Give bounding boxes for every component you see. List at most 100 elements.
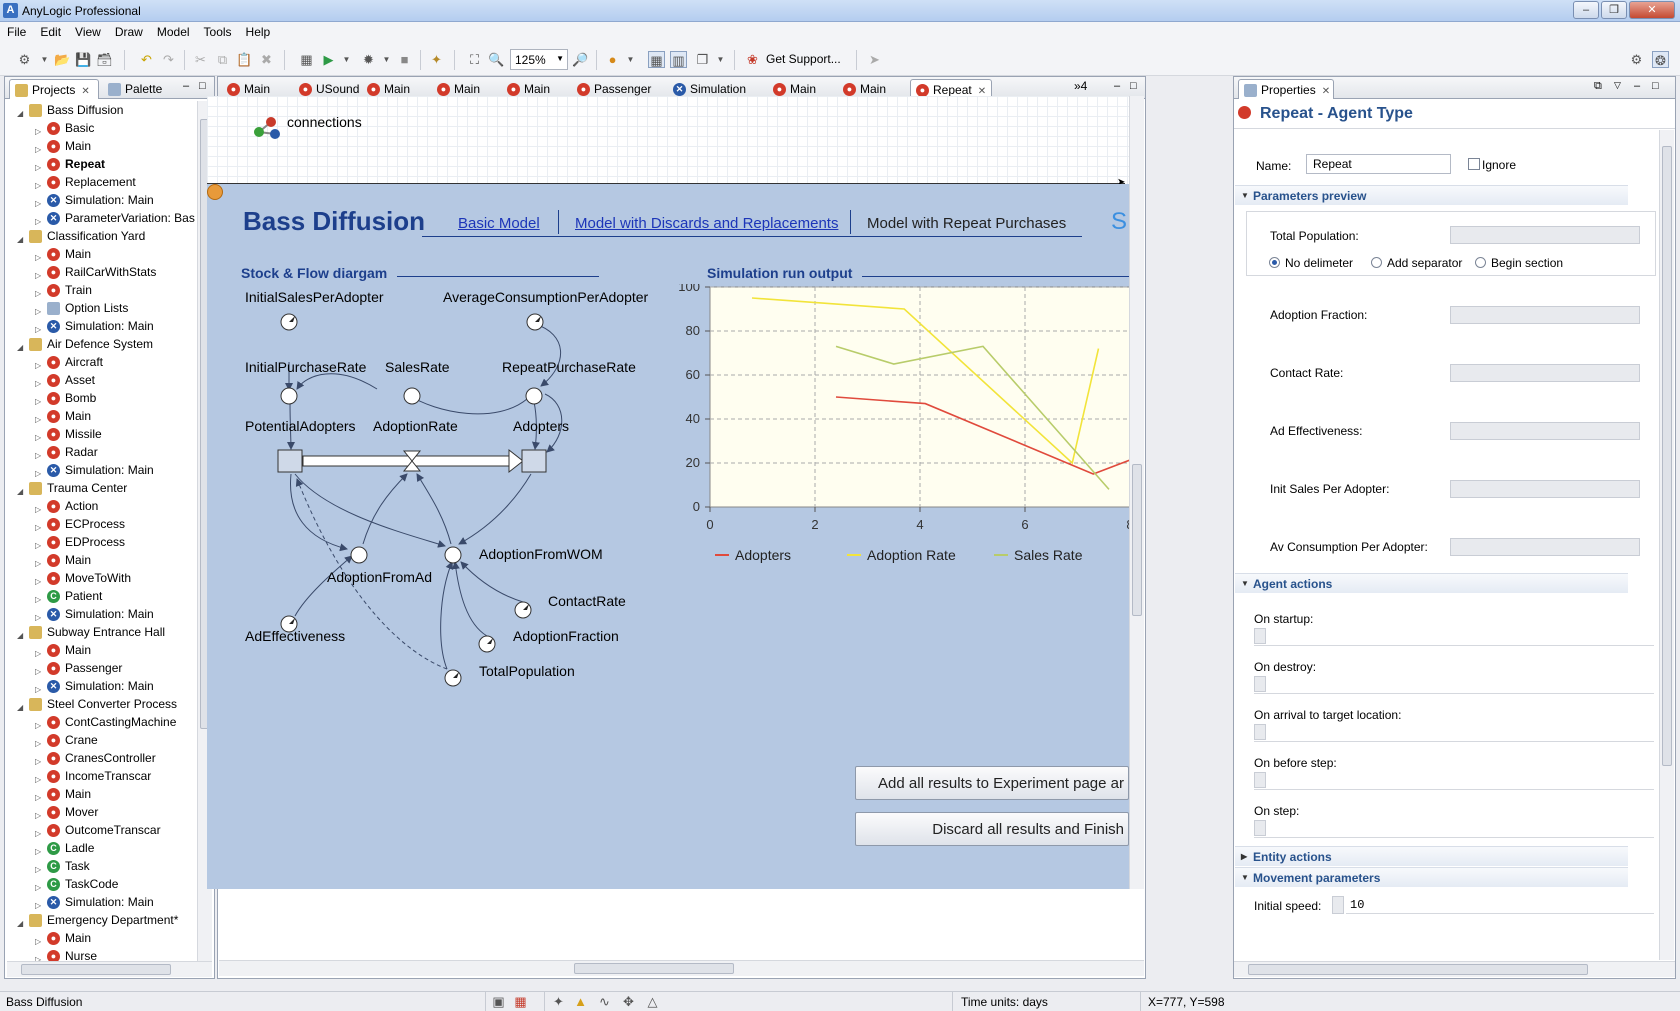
maximize-view-icon[interactable]: □ [199, 80, 206, 92]
tree-item[interactable]: ▷ ● Aircraft [7, 353, 197, 371]
tab-properties[interactable]: Properties ✕ [1238, 79, 1334, 99]
new-dropdown-icon[interactable]: ▼ [36, 51, 53, 68]
tree-item[interactable]: ▷ ● Nurse [7, 947, 197, 961]
maximize-view-icon[interactable]: □ [1652, 80, 1659, 92]
perspective-icon[interactable]: ⚙ [1628, 51, 1645, 68]
tree-item[interactable]: ▷ ● OutcomeTranscar [7, 821, 197, 839]
tree-horizontal-scrollbar[interactable] [7, 961, 212, 977]
minimize-view-icon[interactable]: – [1634, 80, 1640, 92]
on-startup-code-field[interactable] [1254, 628, 1654, 646]
name-input[interactable] [1306, 154, 1451, 174]
cut-icon[interactable]: ✂ [192, 51, 209, 68]
section-parameters-preview[interactable]: ▼ Parameters preview [1235, 185, 1628, 205]
tree-item[interactable]: ▷ ● CranesController [7, 749, 197, 767]
graphical-editor-canvas[interactable]: connections ➤ Bass Diffusion Basic Model… [207, 96, 1129, 889]
tree-item[interactable]: ▷ ● Repeat [7, 155, 197, 173]
menu-file[interactable]: File [0, 22, 33, 39]
pin-icon[interactable]: ➤ [866, 51, 883, 68]
tree-item[interactable]: ▷ ● Train [7, 281, 197, 299]
tree-hscroll-thumb[interactable] [21, 964, 171, 975]
tree-item[interactable]: ▷ ✕ Simulation: Main [7, 317, 197, 335]
new-view-icon[interactable]: ⧉ [1594, 80, 1602, 93]
minimize-view-icon[interactable]: – [183, 80, 189, 92]
layers-icon[interactable]: ❐ [694, 51, 711, 68]
properties-vertical-scrollbar[interactable] [1659, 130, 1674, 960]
tree-item[interactable]: ▷ ● Missile [7, 425, 197, 443]
radio-begin-section[interactable] [1475, 257, 1486, 268]
properties-horizontal-scrollbar[interactable] [1234, 961, 1675, 977]
open-icon[interactable]: 📂 [54, 51, 71, 68]
init-sales-field[interactable] [1450, 480, 1640, 498]
move-icon[interactable]: ✥ [620, 993, 637, 1010]
tree-item[interactable]: ▷ ● EDProcess [7, 533, 197, 551]
menu-edit[interactable]: Edit [33, 22, 68, 39]
tree-item[interactable]: ◢ Subway Entrance Hall [7, 623, 197, 641]
tree-item[interactable]: ▷ ● Crane [7, 731, 197, 749]
minimize-button[interactable]: – [1573, 1, 1599, 19]
anylogic-perspective-icon[interactable]: ❂ [1652, 51, 1669, 68]
menu-model[interactable]: Model [150, 22, 197, 39]
aux-sales-rate[interactable] [403, 387, 421, 405]
zoom-out-icon[interactable]: 🔍 [488, 51, 505, 68]
tree-item[interactable]: ▷ C Ladle [7, 839, 197, 857]
ignore-checkbox[interactable] [1468, 158, 1480, 170]
tree-item[interactable]: ◢ Bass Diffusion [7, 101, 197, 119]
aux-adoption-from-ad[interactable] [350, 546, 368, 564]
get-support-button[interactable]: Get Support... [766, 52, 841, 66]
wand-icon[interactable]: ✦ [428, 51, 445, 68]
tree-item[interactable]: ▷ ● Main [7, 137, 197, 155]
marker-dropdown-icon[interactable]: ▼ [622, 51, 639, 68]
tree-item[interactable]: ▷ ● Asset [7, 371, 197, 389]
tree-item[interactable]: ▷ ● Main [7, 641, 197, 659]
tree-item[interactable]: ◢ Emergency Department* [7, 911, 197, 929]
tree-item[interactable]: ▷ ● Bomb [7, 389, 197, 407]
tree-item[interactable]: ▷ ● Main [7, 929, 197, 947]
collapsed-arrow-icon[interactable]: ▷ [35, 951, 41, 961]
tree-item[interactable]: ▷ ● ContCastingMachine [7, 713, 197, 731]
tree-item[interactable]: ▷ ● Main [7, 551, 197, 569]
close-icon[interactable]: ✕ [1322, 86, 1330, 97]
tree-item[interactable]: ▷ ● Main [7, 407, 197, 425]
section-agent-actions[interactable]: ▼ Agent actions [1235, 573, 1628, 593]
copy-icon[interactable]: ⧉ [214, 51, 231, 68]
tab-palette[interactable]: Palette [103, 79, 167, 99]
radio-add-separator[interactable] [1371, 257, 1382, 268]
tree-item[interactable]: ▷ ✕ ParameterVariation: Bas [7, 209, 197, 227]
ad-effectiveness-field[interactable] [1450, 422, 1640, 440]
debug-icon[interactable]: ✹ [360, 51, 377, 68]
discard-results-button[interactable]: Discard all results and Finish [855, 812, 1129, 846]
tree-item[interactable]: ▷ ✕ Simulation: Main [7, 191, 197, 209]
maximize-view-icon[interactable]: □ [1130, 80, 1137, 92]
run-dropdown-icon[interactable]: ▼ [338, 51, 355, 68]
contact-rate-field[interactable] [1450, 364, 1640, 382]
tree-item[interactable]: ▷ ✕ Simulation: Main [7, 461, 197, 479]
zoom-fit-icon[interactable]: ⛶ [466, 51, 483, 68]
debug-dropdown-icon[interactable]: ▼ [378, 51, 395, 68]
maximize-button[interactable]: ❐ [1601, 1, 1627, 19]
tree-item[interactable]: ▷ ● Replacement [7, 173, 197, 191]
adoption-rate-flow[interactable] [302, 448, 524, 474]
editor-vertical-scrollbar[interactable] [1129, 96, 1144, 889]
curve-icon[interactable]: ∿ [596, 993, 613, 1010]
section-entity-actions[interactable]: ▶ Entity actions [1235, 846, 1628, 866]
on-destroy-code-field[interactable] [1254, 676, 1654, 694]
tree-item[interactable]: ▷ ✕ Simulation: Main [7, 605, 197, 623]
console-icon[interactable]: ▣ [490, 993, 507, 1010]
aux-initial-purchase-rate[interactable] [280, 387, 298, 405]
stock-potential-adopters[interactable] [277, 449, 303, 473]
menu-help[interactable]: Help [239, 22, 278, 39]
marker-icon[interactable]: ● [604, 51, 621, 68]
aux-adoption-from-wom[interactable] [444, 546, 462, 564]
tree-item[interactable]: ▷ ● Action [7, 497, 197, 515]
snap-toggle-icon[interactable]: ▥ [670, 51, 687, 68]
add-results-button[interactable]: Add all results to Experiment page ar [855, 766, 1129, 800]
properties-hscroll-thumb[interactable] [1248, 964, 1588, 975]
align-icon[interactable]: ✦ [550, 993, 567, 1010]
editor-hscroll-thumb[interactable] [574, 963, 734, 974]
av-consumption-field[interactable] [1450, 538, 1640, 556]
on-step-code-field[interactable] [1254, 820, 1654, 838]
tree-item[interactable]: ▷ ● Radar [7, 443, 197, 461]
problems-icon[interactable]: ▦ [512, 993, 529, 1010]
tree-item[interactable]: ▷ ✕ Simulation: Main [7, 893, 197, 911]
initial-speed-mode-icon[interactable] [1332, 896, 1344, 914]
